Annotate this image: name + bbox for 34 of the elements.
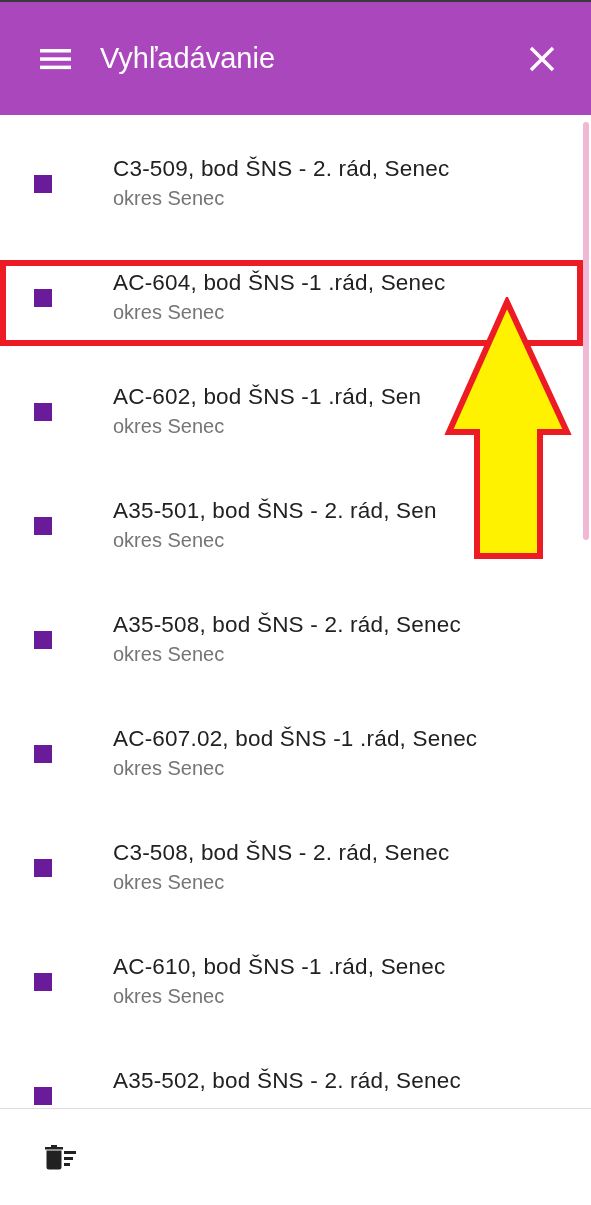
app-bar-title: Vyhľadávanie — [100, 42, 277, 75]
result-item[interactable]: A35-502, bod ŠNS - 2. rád, Senec — [0, 1058, 583, 1108]
result-item[interactable]: AC-602, bod ŠNS -1 .rád, Sen okres Senec — [0, 374, 583, 460]
result-title: AC-604, bod ŠNS -1 .rád, Senec — [113, 269, 446, 297]
scrollbar[interactable] — [583, 122, 589, 540]
result-subtitle: okres Senec — [113, 300, 226, 325]
result-item[interactable]: C3-509, bod ŠNS - 2. rád, Senec okres Senec — [0, 146, 583, 232]
result-title: A35-501, bod ŠNS - 2. rád, Sen — [113, 497, 437, 525]
result-item[interactable]: C3-508, bod ŠNS - 2. rád, Senec okres Senec — [0, 830, 583, 916]
result-title: AC-607.02, bod ŠNS -1 .rád, Senec — [113, 725, 478, 753]
result-title: AC-602, bod ŠNS -1 .rád, Sen — [113, 383, 422, 411]
result-item[interactable]: A35-501, bod ŠNS - 2. rád, Sen okres Senec — [0, 488, 583, 574]
result-subtitle: okres Senec — [113, 528, 226, 553]
result-title: A35-502, bod ŠNS - 2. rád, Senec — [113, 1067, 461, 1095]
menu-button[interactable] — [40, 46, 72, 71]
result-item[interactable]: AC-607.02, bod ŠNS -1 .rád, Senec okres Senec — [0, 716, 583, 802]
close-button[interactable] — [529, 45, 555, 72]
result-subtitle: okres Senec — [113, 756, 226, 781]
clear-history-button[interactable] — [44, 1144, 78, 1170]
result-title: A35-508, bod ŠNS - 2. rád, Senec — [113, 611, 461, 639]
result-item[interactable]: A35-508, bod ŠNS - 2. rád, Senec okres Senec — [0, 602, 583, 688]
result-item[interactable]: AC-604, bod ŠNS -1 .rád, Senec okres Senec — [0, 260, 583, 346]
result-title: AC-610, bod ŠNS -1 .rád, Senec — [113, 953, 446, 981]
menu-icon — [40, 46, 72, 71]
result-subtitle: okres Senec — [113, 870, 226, 895]
result-item[interactable]: AC-610, bod ŠNS -1 .rád, Senec okres Senec — [0, 944, 583, 1030]
result-title: C3-509, bod ŠNS - 2. rád, Senec — [113, 155, 450, 183]
close-icon — [529, 45, 555, 72]
result-subtitle: okres Senec — [113, 642, 226, 667]
result-title: C3-508, bod ŠNS - 2. rád, Senec — [113, 839, 450, 867]
result-subtitle: okres Senec — [113, 414, 226, 439]
trash-list-icon — [44, 1144, 78, 1170]
result-subtitle: okres Senec — [113, 984, 226, 1009]
result-subtitle: okres Senec — [113, 186, 226, 211]
